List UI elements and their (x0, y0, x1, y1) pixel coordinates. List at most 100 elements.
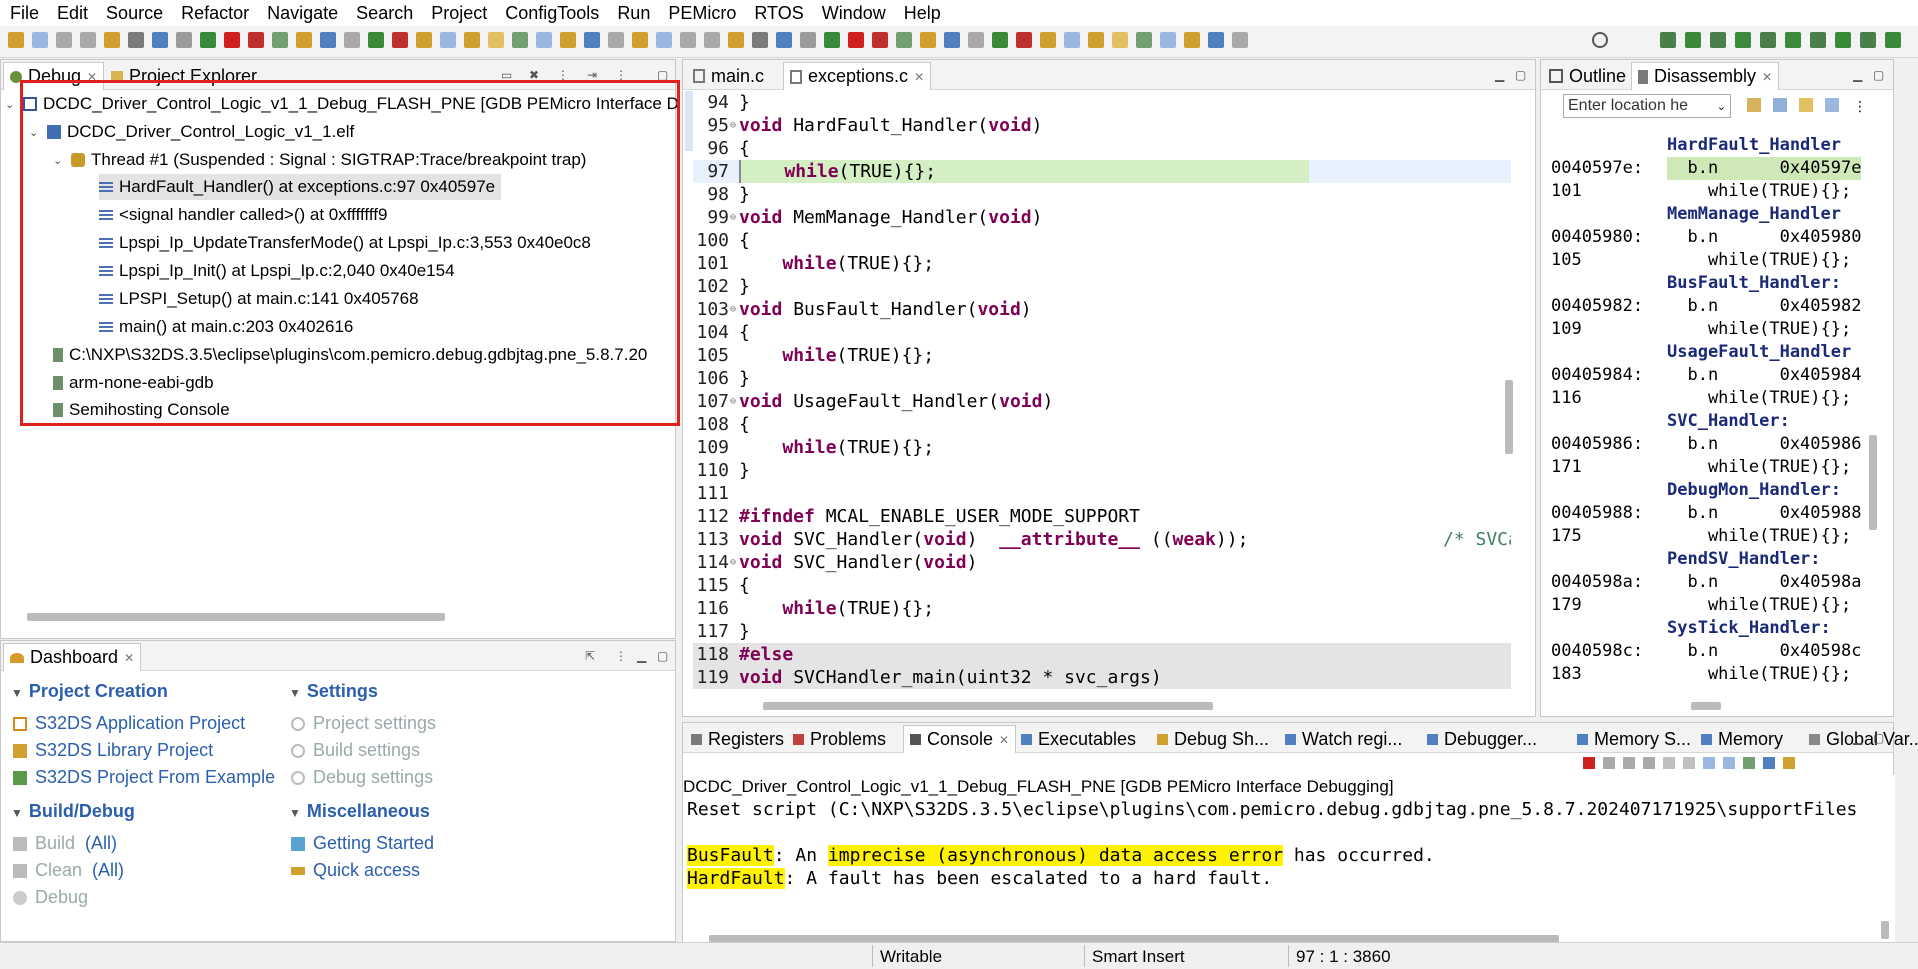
disconnect-icon[interactable] (872, 32, 888, 48)
code-line[interactable]: 105 while(TRUE){}; (693, 344, 1511, 367)
display-selected-console-icon[interactable] (1763, 757, 1775, 769)
debug-config-icon[interactable] (152, 32, 168, 48)
run-icon[interactable] (992, 32, 1008, 48)
code-line[interactable]: 102} (693, 275, 1511, 298)
section-miscellaneous[interactable]: ▼ Miscellaneous (289, 801, 430, 822)
menu-navigate[interactable]: Navigate (261, 3, 350, 24)
maximize-icon[interactable]: ▢ (657, 649, 668, 663)
code-line[interactable]: 103 ⊖ void BusFault_Handler(void) (693, 298, 1511, 321)
step-return-icon[interactable] (944, 32, 960, 48)
menu-configtools[interactable]: ConfigTools (499, 3, 611, 24)
step-into-icon[interactable] (896, 32, 912, 48)
step-filter-icon[interactable]: ⇥ (587, 68, 597, 82)
perspective-pe-icon[interactable] (1710, 32, 1726, 48)
tab-registers[interactable]: Registers (685, 725, 790, 753)
view-menu-icon[interactable]: ⋮ (557, 68, 569, 82)
link-build-all[interactable]: (All) (85, 833, 117, 854)
link-debug-settings[interactable]: Debug settings (291, 767, 433, 788)
undo-icon[interactable] (104, 32, 120, 48)
perspective-extra-icon[interactable] (1885, 32, 1901, 48)
word-wrap-icon[interactable] (1683, 757, 1695, 769)
chevron-down-icon[interactable]: ⌄ (5, 98, 19, 111)
stack-frame[interactable]: HardFault_Handler() at exceptions.c:97 0… (99, 174, 502, 200)
menu-project[interactable]: Project (425, 3, 499, 24)
link-application-project[interactable]: S32DS Application Project (13, 713, 245, 734)
link-project-settings[interactable]: Project settings (291, 713, 436, 734)
code-line[interactable]: 116 while(TRUE){}; (693, 597, 1511, 620)
link-build-settings[interactable]: Build settings (291, 740, 420, 761)
horizontal-scrollbar[interactable] (27, 613, 445, 621)
sync-icon[interactable] (1825, 98, 1839, 112)
close-icon[interactable]: ✕ (914, 70, 924, 84)
fold-icon[interactable]: ⊖ (730, 298, 736, 321)
tree-process[interactable]: C:\NXP\S32DS.3.5\eclipse\plugins\com.pem… (53, 342, 647, 368)
search-icon[interactable] (1592, 32, 1608, 48)
link-clean-all[interactable]: (All) (92, 860, 124, 881)
code-line[interactable]: 113 void SVC_Handler(void) __attribute__ … (693, 528, 1511, 551)
resume-icon[interactable] (824, 32, 840, 48)
section-build-debug[interactable]: ▼ Build/Debug (11, 801, 135, 822)
tab-exceptions-c[interactable]: exceptions.c ✕ (783, 62, 932, 90)
code-editor[interactable]: 94} 95 ⊖ void HardFault_Handler(void) 96{97 … (693, 91, 1511, 691)
close-icon[interactable]: ✕ (999, 733, 1009, 747)
fold-icon[interactable]: ⊖ (730, 390, 736, 413)
perspective-icon[interactable] (608, 32, 624, 48)
next-annotation-icon[interactable] (1136, 32, 1152, 48)
minimize-icon[interactable]: ▁ (1495, 68, 1504, 82)
scroll-lock-icon[interactable] (1663, 757, 1675, 769)
tab-debug[interactable]: Debug ✕ (3, 62, 105, 90)
tab-watch-registers[interactable]: Watch regi... (1279, 725, 1408, 753)
menu-rtos[interactable]: RTOS (748, 3, 815, 24)
disassembly-horizontal-scrollbar[interactable] (1691, 702, 1721, 710)
resume-icon[interactable] (200, 32, 216, 48)
code-line[interactable]: 112 #ifndef MCAL_ENABLE_USER_MODE_SUPPORT (693, 505, 1511, 528)
tab-disassembly[interactable]: Disassembly ✕ (1631, 62, 1780, 90)
stack-frame[interactable]: Lpspi_Ip_Init() at Lpspi_Ip.c:2,040 0x40… (99, 258, 455, 284)
console-vertical-scrollbar[interactable] (1881, 921, 1889, 939)
drop-to-frame-icon[interactable] (344, 32, 360, 48)
view-menu-icon[interactable]: ⋮ (1853, 98, 1867, 115)
tree-launch[interactable]: ⌄ DCDC_Driver_Control_Logic_v1_1_Debug_F… (5, 91, 679, 117)
code-line[interactable]: 118 #else (693, 643, 1511, 666)
prev-annotation-icon[interactable] (536, 32, 552, 48)
debug-config-icon[interactable] (776, 32, 792, 48)
code-line[interactable]: 95 ⊖ void HardFault_Handler(void) (693, 114, 1511, 137)
step-over-icon[interactable] (296, 32, 312, 48)
console-output[interactable]: DCDC_Driver_Control_Logic_v1_1_Debug_FLA… (683, 775, 1895, 943)
back-icon[interactable] (1184, 32, 1200, 48)
tab-main-c[interactable]: main.c (687, 62, 770, 90)
forward-icon[interactable] (1208, 32, 1224, 48)
close-icon[interactable]: ✕ (124, 651, 134, 665)
open-console-icon[interactable] (1783, 757, 1795, 769)
code-line[interactable]: 96 { (693, 137, 1511, 160)
clear-console-icon[interactable] (1643, 757, 1655, 769)
link-build[interactable]: Build (All) (13, 833, 117, 854)
chevron-down-icon[interactable]: ⌄ (53, 154, 67, 167)
show-console-stderr-icon[interactable] (1723, 757, 1735, 769)
code-line[interactable]: 101 while(TRUE){}; (693, 252, 1511, 275)
home-icon[interactable] (1773, 98, 1787, 112)
tree-elf[interactable]: ⌄ DCDC_Driver_Control_Logic_v1_1.elf (29, 119, 354, 145)
perspective-rtos-icon[interactable] (1735, 32, 1751, 48)
perspective-icon[interactable] (1232, 32, 1248, 48)
tab-debugger[interactable]: Debugger... (1421, 725, 1543, 753)
terminal-icon[interactable] (752, 32, 768, 48)
debug-icon[interactable] (1016, 32, 1032, 48)
forward-icon[interactable] (584, 32, 600, 48)
tree-process[interactable]: arm-none-eabi-gdb (53, 370, 214, 396)
next-annotation-icon[interactable] (512, 32, 528, 48)
maximize-icon[interactable]: ▢ (1515, 68, 1526, 82)
tab-problems[interactable]: Problems (787, 725, 892, 753)
tab-project-explorer[interactable]: Project Explorer (105, 62, 263, 90)
perspective-clocks-icon[interactable] (1810, 32, 1826, 48)
tab-outline[interactable]: Outline (1543, 62, 1632, 90)
edit-icon[interactable] (1112, 32, 1128, 48)
remove-launch-icon[interactable] (1603, 757, 1615, 769)
save-all-icon[interactable] (680, 32, 696, 48)
link-project-from-example[interactable]: S32DS Project From Example (13, 767, 275, 788)
disconnect-icon[interactable] (248, 32, 264, 48)
stack-frame[interactable]: LPSPI_Setup() at main.c:141 0x405768 (99, 286, 419, 312)
step-over-icon[interactable] (920, 32, 936, 48)
tab-dashboard[interactable]: Dashboard ✕ (3, 643, 142, 671)
step-into-icon[interactable] (272, 32, 288, 48)
